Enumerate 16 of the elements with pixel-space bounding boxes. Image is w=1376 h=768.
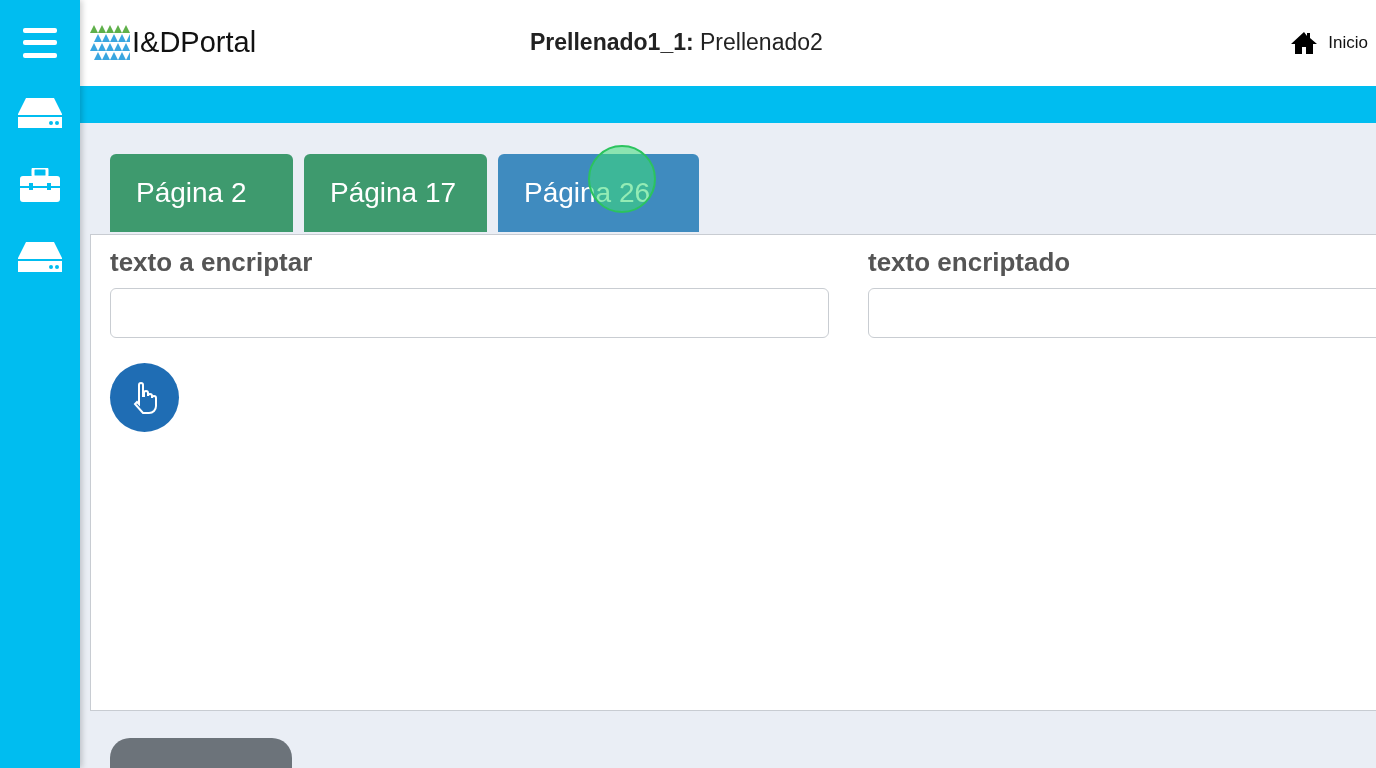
home-icon — [1290, 30, 1319, 55]
field-label: texto encriptado — [868, 247, 1072, 278]
logo-text: I&DPortal — [132, 26, 257, 60]
page-tab[interactable]: Página 2 — [110, 154, 293, 232]
home-link[interactable]: Inicio — [1290, 30, 1368, 55]
page-tab[interactable]: Página 17 — [304, 154, 487, 232]
toolbox-icon[interactable] — [20, 168, 60, 202]
menu-icon[interactable] — [23, 28, 57, 58]
text-field[interactable] — [110, 288, 829, 338]
page-tab[interactable]: Página 26 — [498, 154, 699, 232]
field-label: texto a encriptar — [110, 247, 314, 278]
logo-icon — [90, 23, 130, 62]
text-field[interactable] — [868, 288, 1376, 338]
page-title: Prellenado1_1: Prellenado2 — [530, 29, 824, 57]
drive-icon[interactable] — [18, 240, 62, 274]
drive-icon[interactable] — [18, 96, 62, 130]
